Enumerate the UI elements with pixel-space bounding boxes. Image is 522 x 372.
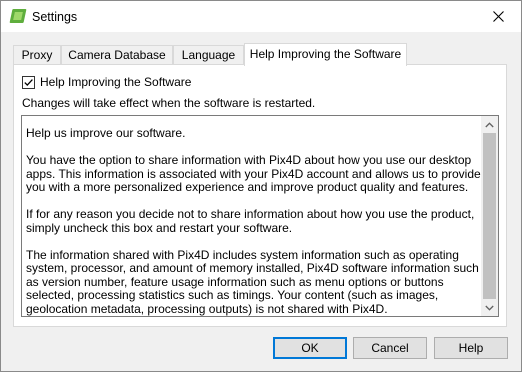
checkbox-label: Help Improving the Software	[40, 75, 192, 89]
tab-help-improving[interactable]: Help Improving the Software	[244, 43, 407, 66]
tab-camera-database[interactable]: Camera Database	[61, 45, 173, 65]
pix4d-app-icon	[9, 9, 27, 23]
info-paragraph: If for any reason you decide not to shar…	[26, 207, 475, 235]
privacy-info-textbox[interactable]: Help us improve our software. You have t…	[21, 115, 499, 317]
title-bar: Settings	[1, 1, 521, 32]
help-improving-checkbox-row[interactable]: Help Improving the Software	[22, 74, 191, 90]
tab-proxy[interactable]: Proxy	[13, 45, 61, 65]
info-paragraph: The information shared with Pix4D includ…	[26, 247, 479, 316]
help-button[interactable]: Help	[434, 337, 508, 359]
vertical-scrollbar[interactable]	[481, 116, 498, 316]
info-paragraph: You have the option to share information…	[26, 153, 481, 194]
tab-language[interactable]: Language	[173, 45, 244, 65]
close-button[interactable]	[476, 1, 521, 32]
close-icon	[493, 11, 504, 22]
scroll-thumb[interactable]	[483, 133, 496, 299]
info-paragraph: Help us improve our software.	[26, 126, 186, 140]
cancel-button[interactable]: Cancel	[353, 337, 427, 359]
privacy-info-text: Help us improve our software. You have t…	[26, 126, 481, 316]
window-title: Settings	[32, 10, 78, 24]
scroll-up-button[interactable]	[481, 116, 498, 133]
help-improving-checkbox[interactable]	[22, 75, 35, 89]
ok-button[interactable]: OK	[273, 337, 347, 359]
restart-notice: Changes will take effect when the softwa…	[22, 96, 316, 110]
chevron-down-icon	[485, 305, 494, 311]
checkmark-icon	[24, 78, 33, 86]
scroll-down-button[interactable]	[481, 299, 498, 316]
chevron-up-icon	[485, 121, 494, 127]
